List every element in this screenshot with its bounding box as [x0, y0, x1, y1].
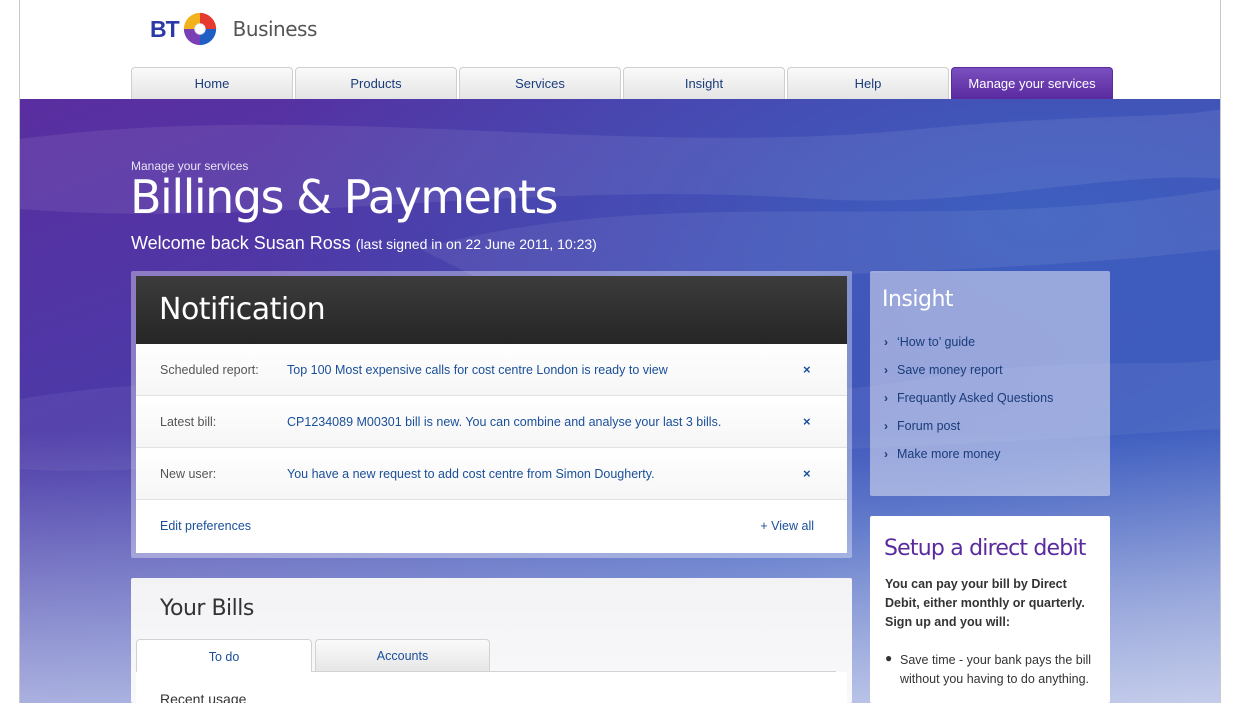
welcome-message: Welcome back Susan Ross (last signed in …	[131, 233, 597, 254]
insight-list: › ‘How to’ guide › Save money report › Freq…	[884, 335, 1053, 475]
nav-tab-home[interactable]: Home	[131, 67, 293, 99]
notification-footer: Edit preferences + View all	[136, 500, 847, 552]
direct-debit-benefit-text: Save time - your bank pays the bill with…	[900, 653, 1092, 686]
tab-accounts[interactable]: Accounts	[315, 639, 490, 672]
close-icon[interactable]: ×	[803, 414, 811, 429]
insight-link-faq[interactable]: › Frequantly Asked Questions	[884, 391, 1053, 419]
close-icon[interactable]: ×	[803, 466, 811, 481]
notification-label: Scheduled report:	[160, 363, 259, 377]
bt-business-logo[interactable]: BT Business	[150, 8, 317, 50]
bt-globe-icon	[183, 12, 216, 46]
your-bills-title: Your Bills	[160, 596, 254, 621]
insight-link-save-money-report[interactable]: › Save money report	[884, 363, 1053, 391]
notification-box: Notification Scheduled report: Top 100 M…	[136, 276, 847, 553]
notification-label: New user:	[160, 467, 217, 481]
nav-tab-manage-your-services[interactable]: Manage your services	[951, 67, 1113, 99]
tab-to-do[interactable]: To do	[136, 639, 312, 673]
notification-link[interactable]: You have a new request to add cost centr…	[287, 467, 655, 481]
direct-debit-title[interactable]: Setup a direct debit	[884, 536, 1086, 561]
insight-link-label: Frequantly Asked Questions	[897, 391, 1054, 405]
bills-content: Recent usage	[136, 672, 847, 703]
direct-debit-panel: Setup a direct debit You can pay your bi…	[870, 516, 1110, 703]
nav-tab-help[interactable]: Help	[787, 67, 949, 99]
nav-tab-products[interactable]: Products	[295, 67, 457, 99]
notification-label: Latest bill:	[160, 415, 217, 429]
insight-link-how-to-guide[interactable]: › ‘How to’ guide	[884, 335, 1053, 363]
insight-link-label: Forum post	[897, 419, 961, 433]
insight-link-make-more-money[interactable]: › Make more money	[884, 447, 1053, 475]
bt-logo-text: BT	[150, 15, 180, 42]
chevron-right-icon: ›	[884, 419, 888, 433]
bullet-icon: ●	[885, 651, 893, 665]
insight-link-label: ‘How to’ guide	[897, 335, 976, 349]
insight-link-forum-post[interactable]: › Forum post	[884, 419, 1053, 447]
edit-preferences-link[interactable]: Edit preferences	[160, 519, 251, 533]
notification-row: Scheduled report: Top 100 Most expensive…	[136, 344, 847, 396]
chevron-right-icon: ›	[884, 363, 888, 377]
chevron-right-icon: ›	[884, 335, 888, 349]
close-icon[interactable]: ×	[803, 362, 811, 377]
notification-link[interactable]: Top 100 Most expensive calls for cost ce…	[287, 363, 668, 377]
your-bills-panel: Your Bills To do Accounts Recent usage	[131, 578, 852, 703]
page-title: Billings & Payments	[130, 170, 558, 224]
insight-link-label: Make more money	[897, 447, 1001, 461]
notification-title: Notification	[136, 276, 847, 344]
chevron-right-icon: ›	[884, 391, 888, 405]
insight-link-label: Save money report	[897, 363, 1003, 377]
insight-panel: Insight › ‘How to’ guide › Save money repo…	[870, 271, 1110, 496]
notification-row: New user: You have a new request to add …	[136, 448, 847, 500]
view-all-link[interactable]: + View all	[760, 519, 814, 533]
direct-debit-benefit: ● Save time - your bank pays the bill wi…	[885, 651, 1100, 689]
nav-tab-insight[interactable]: Insight	[623, 67, 785, 99]
main-nav: Home Products Services Insight Help Mana…	[131, 67, 1113, 99]
chevron-right-icon: ›	[884, 447, 888, 461]
notification-link[interactable]: CP1234089 M00301 bill is new. You can co…	[287, 415, 721, 429]
recent-usage-heading: Recent usage	[160, 691, 247, 703]
last-signed-in: (last signed in on 22 June 2011, 10:23)	[355, 236, 597, 252]
page-frame: BT Business Home Products Services Insig…	[19, 0, 1221, 703]
notification-row: Latest bill: CP1234089 M00301 bill is ne…	[136, 396, 847, 448]
nav-tab-services[interactable]: Services	[459, 67, 621, 99]
business-brand-text: Business	[232, 17, 318, 41]
insight-title: Insight	[882, 287, 954, 312]
welcome-text: Welcome back Susan Ross	[131, 233, 351, 253]
direct-debit-intro: You can pay your bill by Direct Debit, e…	[885, 577, 1085, 629]
notification-panel: Notification Scheduled report: Top 100 M…	[131, 271, 852, 558]
